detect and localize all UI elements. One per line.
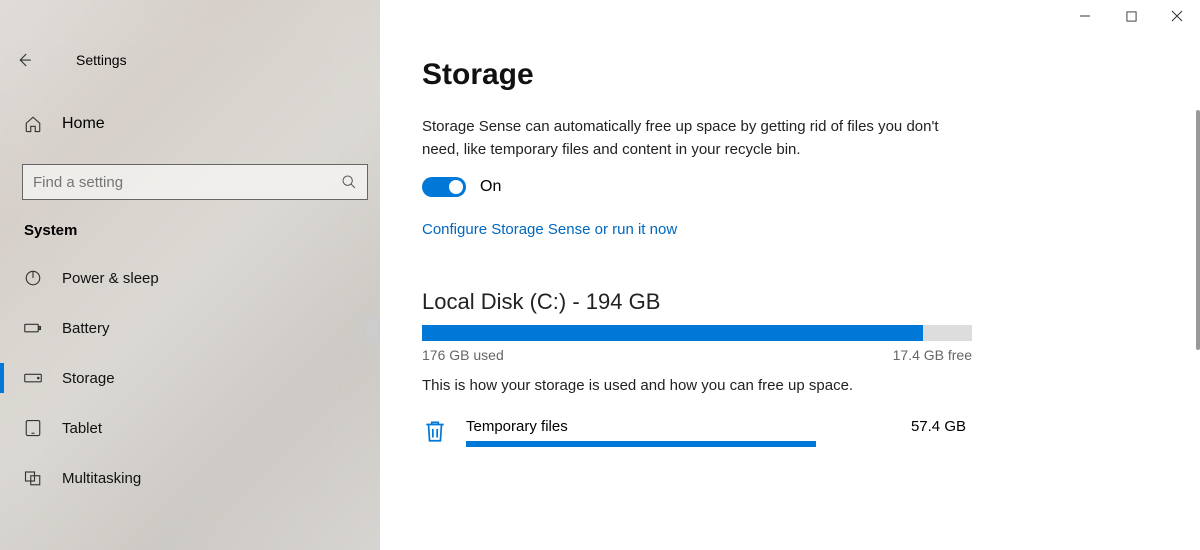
- sidebar-item-tablet[interactable]: Tablet: [0, 403, 380, 453]
- page-title: Storage: [422, 58, 1160, 92]
- disk-free-label: 17.4 GB free: [893, 347, 972, 363]
- sidebar-item-multitasking[interactable]: Multitasking: [0, 453, 380, 503]
- search-input[interactable]: [33, 174, 325, 191]
- category-bar: [466, 441, 816, 447]
- search-box[interactable]: [22, 164, 368, 200]
- storage-sense-toggle[interactable]: [422, 177, 466, 197]
- disk-usage-labels: 176 GB used 17.4 GB free: [422, 347, 972, 363]
- storage-sense-description: Storage Sense can automatically free up …: [422, 116, 962, 161]
- sidebar: Settings Home System Power & sleep Batte…: [0, 0, 380, 550]
- storage-icon: [24, 369, 42, 387]
- battery-icon: [24, 319, 42, 337]
- configure-storage-sense-link[interactable]: Configure Storage Sense or run it now: [422, 221, 677, 238]
- main-content: Storage Storage Sense can automatically …: [380, 0, 1200, 550]
- sidebar-item-label: Battery: [62, 320, 110, 337]
- disk-heading: Local Disk (C:) - 194 GB: [422, 289, 1160, 315]
- main-scrollbar[interactable]: [1196, 110, 1200, 350]
- category-name: Temporary files: [466, 418, 568, 435]
- toggle-state-label: On: [480, 178, 501, 196]
- sidebar-item-power-sleep[interactable]: Power & sleep: [0, 253, 380, 303]
- disk-used-label: 176 GB used: [422, 347, 504, 363]
- storage-sense-toggle-row: On: [422, 177, 1160, 197]
- sidebar-item-storage[interactable]: Storage: [0, 353, 380, 403]
- arrow-left-icon: [15, 51, 33, 69]
- disk-explain: This is how your storage is used and how…: [422, 377, 1160, 394]
- window-title: Settings: [76, 52, 127, 68]
- category-row-temporary[interactable]: Temporary files 57.4 GB: [422, 418, 1160, 449]
- search-icon: [341, 174, 357, 190]
- home-icon: [24, 115, 42, 133]
- category-info: Temporary files 57.4 GB: [466, 418, 1160, 447]
- disk-usage-fill: [422, 325, 923, 341]
- scrollbar-thumb[interactable]: [366, 315, 378, 343]
- tablet-icon: [24, 419, 42, 437]
- sidebar-home-label: Home: [62, 115, 105, 133]
- sidebar-section: System: [0, 200, 380, 253]
- category-size: 57.4 GB: [911, 418, 966, 435]
- sidebar-home[interactable]: Home: [0, 100, 380, 148]
- toggle-knob: [449, 180, 463, 194]
- sidebar-item-label: Multitasking: [62, 470, 141, 487]
- sidebar-item-battery[interactable]: Battery: [0, 303, 380, 353]
- power-icon: [24, 269, 42, 287]
- trash-icon: [422, 418, 448, 449]
- disk-usage-bar: [422, 325, 972, 341]
- titlebar: Settings: [0, 40, 380, 80]
- sidebar-item-label: Tablet: [62, 420, 102, 437]
- multitasking-icon: [24, 469, 42, 487]
- back-button[interactable]: [0, 40, 48, 80]
- sidebar-item-label: Power & sleep: [62, 270, 159, 287]
- sidebar-item-label: Storage: [62, 370, 115, 387]
- sidebar-scrollbar[interactable]: [364, 235, 380, 545]
